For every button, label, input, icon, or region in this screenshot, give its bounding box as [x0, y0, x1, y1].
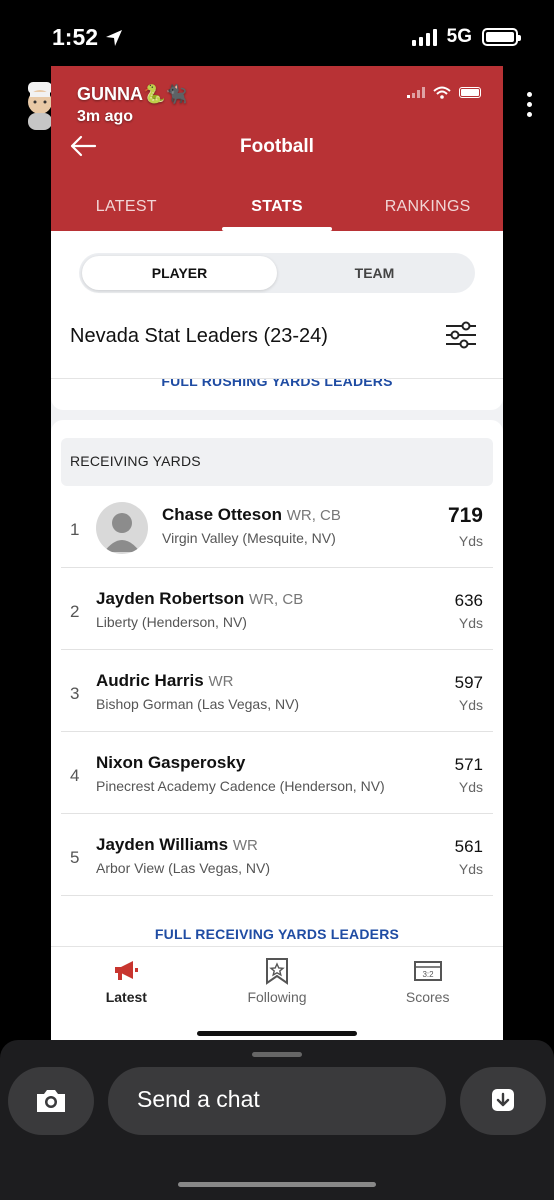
chat-input[interactable]: Send a chat — [108, 1067, 446, 1135]
chat-panel: Send a chat — [0, 1040, 554, 1200]
tab-rankings[interactable]: RANKINGS — [352, 188, 503, 231]
stat-unit: Yds — [458, 615, 483, 631]
player-position: WR — [232, 837, 258, 854]
stat-unit: Yds — [458, 533, 483, 549]
player-school: Virgin Valley (Mesquite, NV) — [162, 530, 336, 546]
tab-latest[interactable]: LATEST — [51, 188, 202, 231]
player-name-text: Audric Harris — [96, 671, 204, 690]
stat-value: 561 — [454, 837, 483, 856]
sticker-icon — [492, 1089, 514, 1111]
rank: 5 — [70, 848, 80, 867]
player-name: Audric Harris WR — [96, 671, 233, 691]
camera-icon — [37, 1090, 65, 1112]
bookmark-star-icon — [266, 958, 288, 985]
network-type: 5G — [446, 26, 472, 47]
inner-signal-icon — [407, 87, 425, 98]
nav-label: Following — [247, 989, 307, 1005]
location-arrow-icon — [106, 29, 123, 46]
nav-label: Latest — [105, 989, 147, 1005]
rank: 2 — [70, 602, 80, 621]
segment-control-area: PLAYER TEAM — [51, 231, 503, 321]
page-title: Football — [240, 136, 314, 157]
clock-text: 1:52 — [52, 24, 99, 50]
inner-battery-icon — [459, 87, 481, 98]
nav-label: Scores — [405, 989, 450, 1005]
rank: 3 — [70, 684, 80, 703]
player-position: WR — [208, 673, 234, 690]
receiving-yards-card: RECEIVING YARDS 1 Chase Otteson WR, CB V… — [51, 420, 503, 960]
player-photo-placeholder-icon — [96, 502, 148, 554]
nav-following[interactable]: Following — [202, 947, 353, 1040]
filter-sliders-icon[interactable] — [445, 321, 477, 349]
full-rushing-leaders-link[interactable]: FULL RUSHING YARDS LEADERS — [51, 379, 503, 389]
status-time: 1:52 — [52, 24, 124, 51]
home-indicator — [178, 1182, 376, 1187]
drag-handle[interactable] — [252, 1052, 302, 1057]
stat-unit: Yds — [458, 861, 483, 877]
nav-scores[interactable]: 3:2 Scores — [352, 947, 503, 1040]
leaders-header: Nevada Stat Leaders (23-24) — [51, 321, 503, 379]
leader-row[interactable]: 4 Nixon Gasperosky Pinecrest Academy Cad… — [61, 732, 493, 814]
stat-value: 719 — [447, 504, 483, 527]
rushing-leaders-card: FULL RUSHING YARDS LEADERS — [51, 379, 503, 410]
player-position: WR, CB — [286, 507, 341, 524]
cellular-signal-icon — [411, 28, 437, 46]
segment-player[interactable]: PLAYER — [82, 256, 277, 290]
scoreboard-icon: 3:2 — [413, 961, 442, 981]
phone-status-bar: 1:52 5G — [0, 0, 554, 70]
player-name: Nixon Gasperosky — [96, 753, 245, 773]
app-home-indicator — [197, 1031, 357, 1036]
player-school: Pinecrest Academy Cadence (Henderson, NV… — [96, 778, 385, 794]
app-screen: Football LATEST STATS RANKINGS PLAYER TE… — [51, 66, 503, 1040]
player-school: Bishop Gorman (Las Vegas, NV) — [96, 696, 300, 712]
player-name-text: Jayden Williams — [96, 835, 229, 854]
megaphone-icon — [115, 961, 139, 980]
player-name-text: Nixon Gasperosky — [96, 753, 246, 772]
leader-row[interactable]: 3 Audric Harris WR Bishop Gorman (Las Ve… — [61, 650, 493, 732]
leader-row[interactable]: 2 Jayden Robertson WR, CB Liberty (Hende… — [61, 568, 493, 650]
rank: 4 — [70, 766, 80, 785]
player-name-text: Jayden Robertson — [96, 589, 245, 608]
wifi-icon — [433, 86, 451, 99]
svg-text:3:2: 3:2 — [422, 970, 434, 979]
player-school: Liberty (Henderson, NV) — [96, 614, 247, 630]
story-timestamp: 3m ago — [77, 108, 134, 125]
battery-icon — [482, 28, 521, 46]
player-name: Jayden Robertson WR, CB — [96, 589, 303, 609]
full-receiving-leaders-link[interactable]: FULL RECEIVING YARDS LEADERS — [51, 926, 503, 942]
player-team-toggle: PLAYER TEAM — [79, 253, 475, 293]
stat-value: 597 — [454, 673, 483, 692]
player-position: WR, CB — [249, 591, 304, 608]
inner-status-bar — [407, 86, 481, 99]
stat-value: 636 — [454, 591, 483, 610]
player-name-text: Chase Otteson — [162, 505, 282, 524]
nav-latest[interactable]: Latest — [51, 947, 202, 1040]
camera-button[interactable] — [8, 1067, 94, 1135]
bottom-navigation: Latest Following 3:2 Scores — [51, 946, 503, 1040]
stat-unit: Yds — [458, 697, 483, 713]
leader-row[interactable]: 1 Chase Otteson WR, CB Virgin Valley (Me… — [61, 486, 493, 568]
section-header: RECEIVING YARDS — [61, 438, 493, 486]
sport-tabs: LATEST STATS RANKINGS — [51, 188, 503, 231]
stat-value: 571 — [454, 755, 483, 774]
segment-team[interactable]: TEAM — [277, 256, 472, 290]
leader-row[interactable]: 5 Jayden Williams WR Arbor View (Las Veg… — [61, 814, 493, 896]
sticker-button[interactable] — [460, 1067, 546, 1135]
player-name: Jayden Williams WR — [96, 835, 258, 855]
player-school: Arbor View (Las Vegas, NV) — [96, 860, 271, 876]
leaders-title: Nevada Stat Leaders (23-24) — [70, 325, 328, 347]
player-name: Chase Otteson WR, CB — [162, 505, 341, 525]
story-username[interactable]: GUNNA🐍🐈‍⬛ — [77, 84, 188, 105]
tab-stats[interactable]: STATS — [202, 188, 353, 231]
more-options-icon[interactable] — [527, 92, 532, 117]
rank: 1 — [70, 520, 80, 539]
stat-unit: Yds — [458, 779, 483, 795]
